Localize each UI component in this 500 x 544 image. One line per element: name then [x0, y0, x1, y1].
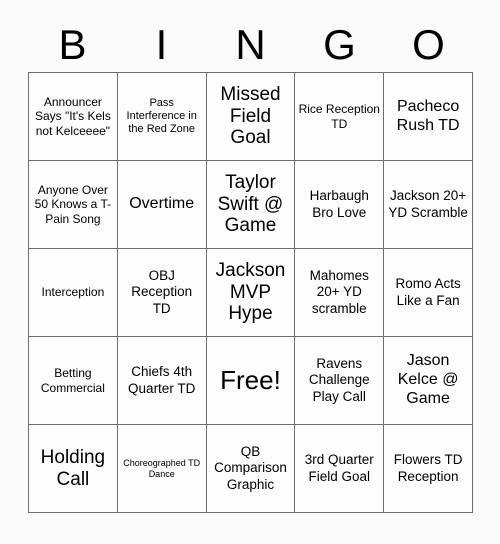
bingo-cell-label: OBJ Reception TD — [131, 268, 193, 316]
bingo-grid: Announcer Says "It's Kels not Kelceeee" P… — [28, 72, 473, 513]
bingo-cell-label: Harbaugh Bro Love — [309, 188, 369, 220]
bingo-cell[interactable]: Jackson 20+ YD Scramble — [384, 161, 473, 249]
bingo-cell-label: Pacheco Rush TD — [396, 97, 460, 134]
bingo-cell[interactable]: Rice Reception TD — [295, 73, 385, 161]
bingo-cell-label: Mahomes 20+ YD scramble — [309, 268, 369, 316]
bingo-cell-label: Jackson 20+ YD Scramble — [388, 188, 468, 220]
bingo-cell-label: Jackson MVP Hype — [215, 259, 286, 325]
bingo-cell[interactable]: Romo Acts Like a Fan — [384, 249, 473, 337]
bingo-cell-label: Holding Call — [40, 446, 106, 490]
bingo-cell-label: Rice Reception TD — [298, 102, 380, 131]
bingo-cell-label: Betting Commercial — [40, 366, 105, 395]
bingo-cell-label: Chiefs 4th Quarter TD — [128, 364, 196, 396]
bingo-cell[interactable]: Choreographed TD Dance — [117, 425, 207, 513]
bingo-cell[interactable]: Free! — [206, 337, 296, 425]
bingo-cell[interactable]: Betting Commercial — [29, 337, 118, 425]
bingo-cell[interactable]: Announcer Says "It's Kels not Kelceeee" — [29, 73, 118, 161]
bingo-cell[interactable]: Pacheco Rush TD — [384, 73, 473, 161]
bingo-cell-label: Choreographed TD Dance — [123, 457, 201, 479]
bingo-cell-label: Interception — [41, 285, 105, 300]
bingo-cell[interactable]: OBJ Reception TD — [117, 249, 207, 337]
bingo-cell[interactable]: Holding Call — [29, 425, 118, 513]
bingo-header-letter-i: I — [155, 21, 168, 68]
bingo-cell[interactable]: Overtime — [117, 161, 207, 249]
bingo-cell-label: QB Comparison Graphic — [214, 444, 287, 492]
bingo-cell[interactable]: 3rd Quarter Field Goal — [295, 425, 385, 513]
bingo-cell[interactable]: Ravens Challenge Play Call — [295, 337, 385, 425]
bingo-cell[interactable]: Chiefs 4th Quarter TD — [117, 337, 207, 425]
bingo-cell[interactable]: QB Comparison Graphic — [206, 425, 296, 513]
bingo-header-letter-b: B — [58, 21, 87, 68]
bingo-cell[interactable]: Mahomes 20+ YD scramble — [295, 249, 385, 337]
bingo-header-letter-o: O — [412, 21, 445, 68]
bingo-cell[interactable]: Pass Interference in the Red Zone — [117, 73, 207, 161]
bingo-cell-label: Ravens Challenge Play Call — [308, 356, 370, 404]
bingo-cell[interactable]: Missed Field Goal — [206, 73, 296, 161]
bingo-cell-label: Announcer Says "It's Kels not Kelceeee" — [34, 94, 111, 138]
bingo-header-letter-n: N — [235, 21, 266, 68]
bingo-cell-label: Anyone Over 50 Knows a T-Pain Song — [34, 182, 112, 226]
bingo-cell[interactable]: Harbaugh Bro Love — [295, 161, 385, 249]
bingo-cell-label: Missed Field Goal — [220, 83, 281, 149]
bingo-cell-label: Flowers TD Reception — [393, 452, 463, 484]
bingo-cell-label: Pass Interference in the Red Zone — [126, 96, 197, 136]
bingo-cell-label: Overtime — [129, 195, 195, 213]
bingo-cell[interactable]: Taylor Swift @ Game — [206, 161, 296, 249]
bingo-cell[interactable]: Anyone Over 50 Knows a T-Pain Song — [29, 161, 118, 249]
bingo-cell-label: Jason Kelce @ Game — [397, 352, 459, 407]
bingo-cell-label: Taylor Swift @ Game — [217, 171, 284, 237]
bingo-cell[interactable]: Jackson MVP Hype — [206, 249, 296, 337]
bingo-cell-label: Romo Acts Like a Fan — [395, 276, 461, 308]
bingo-cell[interactable]: Flowers TD Reception — [384, 425, 473, 513]
bingo-cell[interactable]: Jason Kelce @ Game — [384, 337, 473, 425]
bingo-cell-label: 3rd Quarter Field Goal — [304, 452, 374, 484]
bingo-card: B I N G O Announcer Says "It's Kels not … — [0, 0, 500, 544]
bingo-header-letter-g: G — [323, 21, 356, 68]
bingo-header: B I N G O — [28, 18, 473, 72]
bingo-cell-label: Free! — [220, 365, 281, 396]
bingo-cell[interactable]: Interception — [29, 249, 118, 337]
